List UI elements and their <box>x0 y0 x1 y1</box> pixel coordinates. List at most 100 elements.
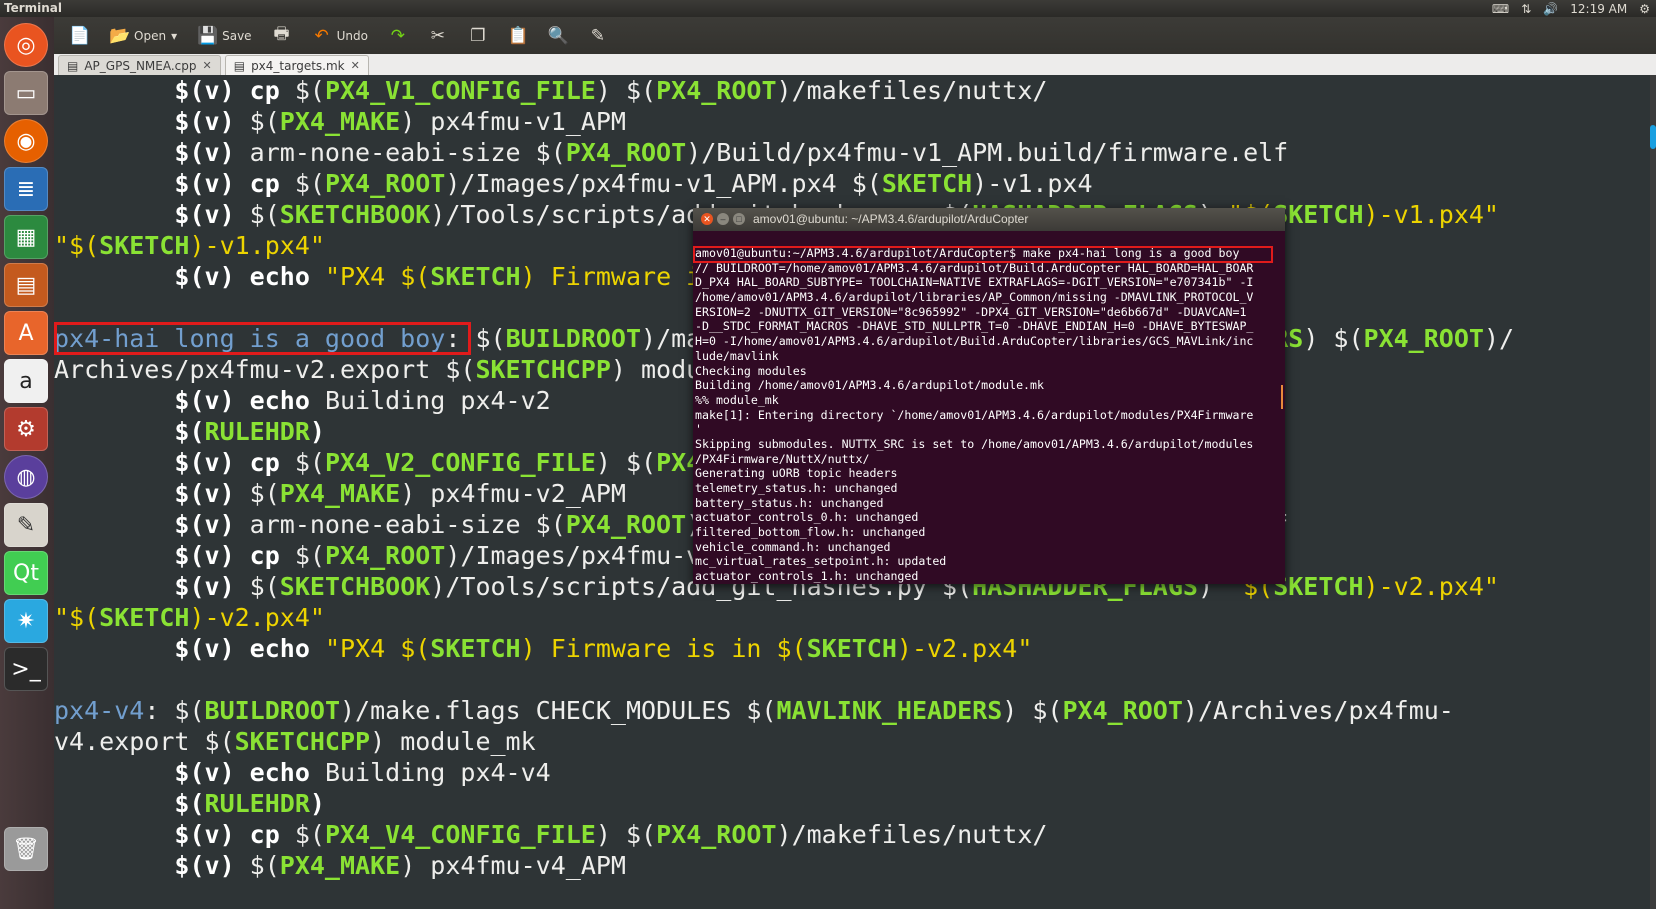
code-token: $(v) <box>54 758 250 787</box>
paste-button[interactable]: 📋 <box>503 22 533 50</box>
code-token: )-v2.px4" <box>896 634 1033 663</box>
terminal-output[interactable]: amov01@ubuntu:~/APM3.4.6/ardupilot/ArduC… <box>695 246 1283 584</box>
code-token: $( <box>294 169 325 198</box>
code-token: arm-none-eabi-size $( <box>249 510 566 539</box>
code-token: ) px4fmu-v2_APM <box>400 479 626 508</box>
code-token: $(v) <box>54 510 250 539</box>
terminal-line: /PX4Firmware/NuttX/nuttx/ <box>695 451 870 466</box>
code-token: $( <box>249 200 280 229</box>
trash-icon[interactable]: 🗑 <box>4 827 48 871</box>
code-token: $( <box>294 820 325 849</box>
folder-icon: 📂 <box>109 25 131 46</box>
chevron-down-icon[interactable]: ▾ <box>171 29 177 43</box>
terminal-line: telemetry_status.h: unchanged <box>695 481 898 495</box>
print-button[interactable]: 🖶 <box>267 22 297 50</box>
code-token: : $( <box>144 696 205 725</box>
code-token: $( <box>294 541 325 570</box>
highlight-box <box>693 246 1273 263</box>
terminal-line: Skipping submodules. NUTTX_SRC is set to… <box>695 436 1254 451</box>
scrollbar-thumb[interactable] <box>1650 125 1656 149</box>
undo-button[interactable]: ↶ Undo <box>307 22 373 50</box>
close-icon[interactable]: ✕ <box>351 59 360 72</box>
terminal-titlebar[interactable]: ✕ – □ amov01@ubuntu: ~/APM3.4.6/ardupilo… <box>693 208 1285 231</box>
code-token: SKETCH <box>99 231 190 260</box>
code-token: PX4_ROOT <box>1363 324 1484 353</box>
workspace-icon[interactable]: ◍ <box>4 455 48 499</box>
maximize-icon[interactable]: □ <box>733 213 745 225</box>
replace-button[interactable]: ✎ <box>583 22 613 50</box>
code-token: "PX4 $( <box>324 262 431 291</box>
calc-icon[interactable]: ▦ <box>4 215 48 259</box>
network-icon[interactable]: ⇅ <box>1521 2 1531 16</box>
system-settings-icon[interactable]: ⚙ <box>4 407 48 451</box>
launcher: ◎ ▭ ◉ ≣ ▦ ▤ A a ⚙ ◍ ✎ Qt ✷ >_ 🗑 <box>0 17 54 909</box>
volume-icon[interactable]: 🔊 <box>1543 2 1558 16</box>
cut-button[interactable]: ✂ <box>423 22 453 50</box>
keyboard-icon[interactable]: ⌨ <box>1492 2 1509 16</box>
code-token: Building px4-v2 <box>324 386 551 415</box>
firefox-icon[interactable]: ◉ <box>4 119 48 163</box>
find-button[interactable]: 🔍 <box>543 22 573 50</box>
text-editor-icon[interactable]: ✎ <box>4 503 48 547</box>
software-center-icon[interactable]: A <box>4 311 48 355</box>
code-token: SKETCH <box>99 603 190 632</box>
code-token: SKETCHCPP <box>234 727 371 756</box>
code-token: PX4_ROOT <box>324 169 446 198</box>
close-icon[interactable]: ✕ <box>701 213 713 225</box>
terminal-line: /home/amov01/APM3.4.6/ardupilot/librarie… <box>695 290 1254 305</box>
code-token: "$( <box>54 603 100 632</box>
minimize-icon[interactable]: – <box>717 213 729 225</box>
redo-icon: ↷ <box>390 25 406 46</box>
open-button[interactable]: 📂 Open ▾ <box>104 22 182 50</box>
redo-button[interactable]: ↷ <box>383 22 413 50</box>
code-token: )/Build/px4fmu-v1_APM.build/firmware.elf <box>686 138 1289 167</box>
document-icon: ▤ <box>67 58 79 73</box>
files-icon[interactable]: ▭ <box>4 71 48 115</box>
clock[interactable]: 12:19 AM <box>1570 2 1627 16</box>
code-token: SKETCH <box>430 634 521 663</box>
new-button[interactable]: 📄 <box>64 22 94 50</box>
tab-label: px4_targets.mk <box>251 58 345 73</box>
save-icon: 💾 <box>197 25 219 46</box>
code-token: )-v1.px4" <box>189 231 325 260</box>
amazon-icon[interactable]: a <box>4 359 48 403</box>
code-token: SKETCHBOOK <box>279 200 431 229</box>
open-label: Open <box>134 28 167 43</box>
tab-ap-gps-nmea[interactable]: ▤ AP_GPS_NMEA.cpp ✕ <box>58 55 221 75</box>
copy-button[interactable]: ❐ <box>463 22 493 50</box>
code-token: ) module_mk <box>370 727 536 756</box>
terminal-line: ' <box>695 422 702 437</box>
code-token: SKETCHBOOK <box>279 572 431 601</box>
code-token: )/makefiles/nuttx/ <box>776 820 1048 849</box>
code-token: PX4_ROOT <box>656 820 777 849</box>
code-line: "$(SKETCH)-v2.px4" <box>54 602 1650 633</box>
code-line: $(v) echo Building px4-v4 <box>54 757 1650 788</box>
save-button[interactable]: 💾 Save <box>192 22 256 50</box>
editor-scrollbar[interactable] <box>1650 75 1656 909</box>
code-token: v4.export $( <box>54 727 235 756</box>
code-token: $(v) <box>54 820 250 849</box>
code-token: Building px4-v4 <box>324 758 551 787</box>
undo-label: Undo <box>336 28 368 43</box>
code-token: px4-v4 <box>54 696 145 725</box>
code-token: RULEHDR <box>204 789 310 818</box>
terminal-window[interactable]: ✕ – □ amov01@ubuntu: ~/APM3.4.6/ardupilo… <box>693 208 1285 584</box>
code-token: SKETCH <box>881 169 973 198</box>
qt-creator-icon[interactable]: Qt <box>4 551 48 595</box>
power-icon[interactable]: ⚙ <box>1639 2 1650 16</box>
code-token: Archives/px4fmu-v2.export $( <box>54 355 476 384</box>
terminal-icon[interactable]: >_ <box>4 647 48 691</box>
tab-px4-targets[interactable]: ▤ px4_targets.mk ✕ <box>224 55 369 75</box>
code-token: $( <box>249 572 280 601</box>
code-token: $( <box>249 107 280 136</box>
code-line: v4.export $(SKETCHCPP) module_mk <box>54 726 1650 757</box>
impress-icon[interactable]: ▤ <box>4 263 48 307</box>
ubuntu-dash-icon[interactable]: ◎ <box>4 23 48 67</box>
app-icon[interactable]: ✷ <box>4 599 48 643</box>
writer-icon[interactable]: ≣ <box>4 167 48 211</box>
terminal-cursor <box>1281 385 1283 409</box>
code-token: $(v) <box>54 138 250 167</box>
code-line: $(v) cp $(PX4_V4_CONFIG_FILE) $(PX4_ROOT… <box>54 819 1650 850</box>
close-icon[interactable]: ✕ <box>203 59 212 72</box>
